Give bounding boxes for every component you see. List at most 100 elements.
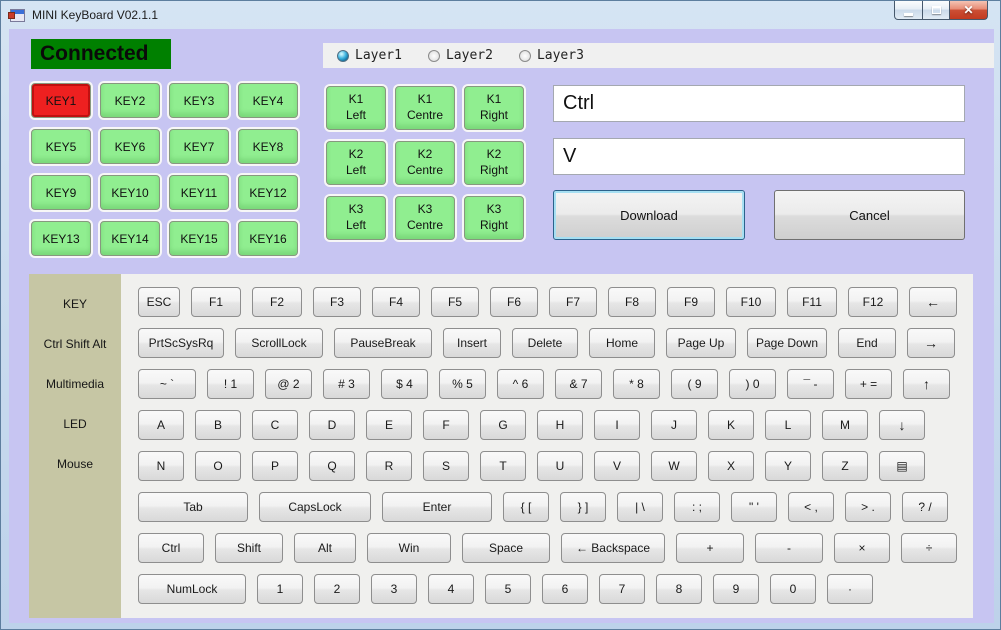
key-5[interactable]: % 5 xyxy=(439,369,486,399)
key-v[interactable]: V xyxy=(594,451,640,481)
key-d[interactable]: D xyxy=(309,410,355,440)
key-4[interactable]: 4 xyxy=(428,574,474,604)
title-bar[interactable]: MINI KeyBoard V02.1.1 xyxy=(1,1,1000,29)
key-9[interactable]: 9 xyxy=(713,574,759,604)
key-space[interactable]: Space xyxy=(462,533,550,563)
key-slot-15-button[interactable]: KEY15 xyxy=(169,221,229,256)
key-9[interactable]: ( 9 xyxy=(671,369,718,399)
modifier-input[interactable] xyxy=(553,85,965,122)
key-7[interactable]: & 7 xyxy=(555,369,602,399)
key-1[interactable]: ! 1 xyxy=(207,369,254,399)
k3-right-button[interactable]: K3Right xyxy=(464,196,524,240)
key-minus[interactable]: - xyxy=(755,533,823,563)
key-r[interactable]: R xyxy=(366,451,412,481)
k2-centre-button[interactable]: K2Centre xyxy=(395,141,455,185)
sidebar-item-ctrl-shift-alt[interactable]: Ctrl Shift Alt xyxy=(29,324,121,364)
key-b[interactable]: B xyxy=(195,410,241,440)
key-bracket-close[interactable]: } ] xyxy=(560,492,606,522)
key-f9[interactable]: F9 xyxy=(667,287,715,317)
key-3[interactable]: 3 xyxy=(371,574,417,604)
key-plus[interactable]: + xyxy=(676,533,744,563)
key-k[interactable]: K xyxy=(708,410,754,440)
key-1[interactable]: 1 xyxy=(257,574,303,604)
key-0[interactable]: 0 xyxy=(770,574,816,604)
key-u[interactable]: U xyxy=(537,451,583,481)
key-insert[interactable]: Insert xyxy=(443,328,501,358)
key-slot-1-button[interactable]: KEY1 xyxy=(31,83,91,118)
key-x[interactable]: X xyxy=(708,451,754,481)
key-j[interactable]: J xyxy=(651,410,697,440)
key-y[interactable]: Y xyxy=(765,451,811,481)
key-e[interactable]: E xyxy=(366,410,412,440)
key-8[interactable]: 8 xyxy=(656,574,702,604)
key-capslock[interactable]: CapsLock xyxy=(259,492,371,522)
key-f6[interactable]: F6 xyxy=(490,287,538,317)
key-slot-13-button[interactable]: KEY13 xyxy=(31,221,91,256)
key-page-down[interactable]: Page Down xyxy=(747,328,827,358)
key-comma[interactable]: < , xyxy=(788,492,834,522)
key-6[interactable]: 6 xyxy=(542,574,588,604)
key-7[interactable]: 7 xyxy=(599,574,645,604)
key-slot-12-button[interactable]: KEY12 xyxy=(238,175,298,210)
key-f11[interactable]: F11 xyxy=(787,287,837,317)
key-f2[interactable]: F2 xyxy=(252,287,302,317)
key-s[interactable]: S xyxy=(423,451,469,481)
key-menu[interactable]: ▤ xyxy=(879,451,925,481)
cancel-button[interactable]: Cancel xyxy=(774,190,965,240)
key-f[interactable]: F xyxy=(423,410,469,440)
key-f10[interactable]: F10 xyxy=(726,287,776,317)
k3-centre-button[interactable]: K3Centre xyxy=(395,196,455,240)
k1-left-button[interactable]: K1Left xyxy=(326,86,386,130)
key-period[interactable]: > . xyxy=(845,492,891,522)
sidebar-item-multimedia[interactable]: Multimedia xyxy=(29,364,121,404)
key-ctrl[interactable]: Ctrl xyxy=(138,533,204,563)
key-end[interactable]: End xyxy=(838,328,896,358)
key-alt[interactable]: Alt xyxy=(294,533,356,563)
key-a[interactable]: A xyxy=(138,410,184,440)
k3-left-button[interactable]: K3Left xyxy=(326,196,386,240)
key-f12[interactable]: F12 xyxy=(848,287,898,317)
key-f5[interactable]: F5 xyxy=(431,287,479,317)
key-2[interactable]: 2 xyxy=(314,574,360,604)
maximize-button[interactable] xyxy=(923,1,950,20)
key-page-up[interactable]: Page Up xyxy=(666,328,736,358)
key-slot-10-button[interactable]: KEY10 xyxy=(100,175,160,210)
key-5[interactable]: 5 xyxy=(485,574,531,604)
key-t[interactable]: T xyxy=(480,451,526,481)
key-backslash[interactable]: | \ xyxy=(617,492,663,522)
key-pausebreak[interactable]: PauseBreak xyxy=(334,328,432,358)
key-c[interactable]: C xyxy=(252,410,298,440)
key-enter[interactable]: Enter xyxy=(382,492,492,522)
key-slash[interactable]: ? / xyxy=(902,492,948,522)
key-0[interactable]: ) 0 xyxy=(729,369,776,399)
key-bracket-open[interactable]: { [ xyxy=(503,492,549,522)
k2-left-button[interactable]: K2Left xyxy=(326,141,386,185)
key-slot-2-button[interactable]: KEY2 xyxy=(100,83,160,118)
k2-right-button[interactable]: K2Right xyxy=(464,141,524,185)
key-f4[interactable]: F4 xyxy=(372,287,420,317)
key-backspace[interactable]: ← Backspace xyxy=(561,533,665,563)
close-button[interactable]: ✕ xyxy=(950,1,988,20)
key-delete[interactable]: Delete xyxy=(512,328,578,358)
key-m[interactable]: M xyxy=(822,410,868,440)
key-w[interactable]: W xyxy=(651,451,697,481)
key-o[interactable]: O xyxy=(195,451,241,481)
key-arrow-right[interactable]: → xyxy=(907,328,955,358)
key-arrow-down[interactable]: ↓ xyxy=(879,410,925,440)
key-f8[interactable]: F8 xyxy=(608,287,656,317)
key-2[interactable]: @ 2 xyxy=(265,369,312,399)
key-slot-14-button[interactable]: KEY14 xyxy=(100,221,160,256)
key-semicolon[interactable]: : ; xyxy=(674,492,720,522)
key-minus-underscore[interactable]: ¯ - xyxy=(787,369,834,399)
minimize-button[interactable] xyxy=(894,1,923,20)
key-6[interactable]: ^ 6 xyxy=(497,369,544,399)
key-slot-7-button[interactable]: KEY7 xyxy=(169,129,229,164)
key-slot-16-button[interactable]: KEY16 xyxy=(238,221,298,256)
key-l[interactable]: L xyxy=(765,410,811,440)
key-f1[interactable]: F1 xyxy=(191,287,241,317)
key-shift[interactable]: Shift xyxy=(215,533,283,563)
key-numpad-dot[interactable]: · xyxy=(827,574,873,604)
layer-option-2[interactable]: Layer2 xyxy=(428,48,493,63)
key-prtscsysrq[interactable]: PrtScSysRq xyxy=(138,328,224,358)
key-scrolllock[interactable]: ScrollLock xyxy=(235,328,323,358)
